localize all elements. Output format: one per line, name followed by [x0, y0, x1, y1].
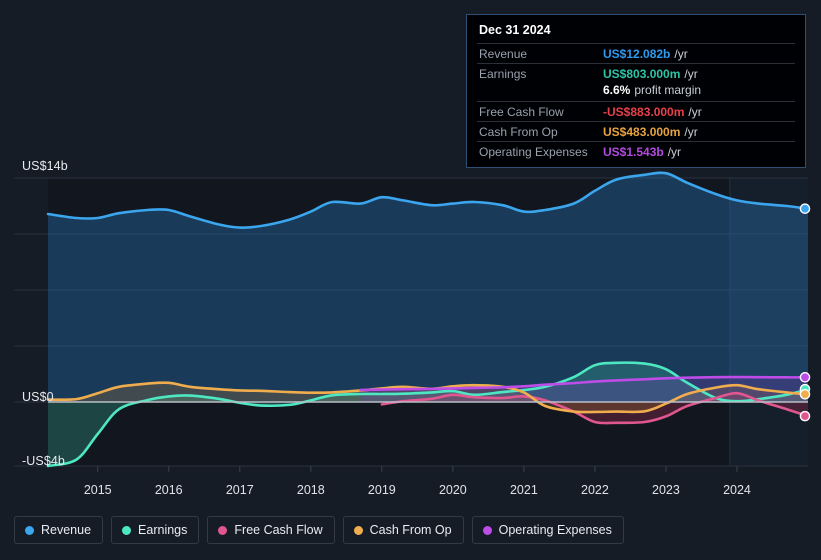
legend-color-dot-icon — [25, 525, 34, 535]
financial-performance-chart: US$14b US$0 -US$4b 2015 2016 2017 2018 2019 2… — [0, 0, 821, 560]
tooltip-row-unit: /yr — [684, 125, 698, 139]
x-axis-tick-2024: 2024 — [723, 483, 751, 497]
tooltip-row-unit: profit margin — [634, 83, 702, 97]
tooltip-row-value: -US$883.000m — [603, 105, 685, 119]
tooltip-row: Free Cash Flow -US$883.000m/yr — [477, 101, 795, 121]
tooltip-row-unit: /yr — [688, 105, 702, 119]
tooltip-row-value: US$12.082b — [603, 47, 671, 61]
legend-color-dot-icon — [218, 525, 228, 535]
legend-item-cash-from-op[interactable]: Cash From Op — [342, 516, 464, 544]
legend-item-operating-expenses[interactable]: Operating Expenses — [471, 516, 624, 544]
tooltip-row-label: Operating Expenses — [479, 145, 588, 159]
tooltip-row-label: Earnings — [479, 67, 527, 81]
y-axis-label-zero: US$0 — [22, 390, 54, 404]
x-axis-tick-2020: 2020 — [438, 483, 467, 497]
tooltip-row-unit: /yr — [684, 67, 698, 81]
tooltip-row-unit: /yr — [674, 47, 688, 61]
chart-legend[interactable]: Revenue Earnings Free Cash Flow Cash From O… — [14, 516, 624, 544]
legend-item-revenue[interactable]: Revenue — [14, 516, 104, 544]
x-axis-tick-2023: 2023 — [652, 483, 680, 497]
tooltip-row: Operating Expenses US$1.543b/yr — [477, 141, 795, 161]
legend-item-label: Revenue — [41, 523, 92, 537]
x-axis-tick-2019: 2019 — [367, 483, 396, 497]
y-axis-label-top: US$14b — [22, 159, 68, 173]
tooltip-row-label: Cash From Op — [479, 125, 558, 139]
legend-item-free-cash-flow[interactable]: Free Cash Flow — [207, 516, 335, 544]
legend-item-label: Operating Expenses — [498, 523, 612, 537]
tooltip-row: 6.6% profit margin — [477, 83, 795, 101]
x-axis-tick-2021: 2021 — [509, 483, 538, 497]
tooltip-row-label: Free Cash Flow — [479, 105, 564, 119]
tooltip-row-label: Revenue — [479, 47, 528, 61]
x-axis: 2015 2016 2017 2018 2019 2020 2021 2022 2023 2024 — [0, 483, 821, 503]
legend-item-label: Cash From Op — [369, 523, 452, 537]
tooltip-row-value: US$1.543b — [603, 145, 664, 159]
legend-color-dot-icon — [482, 525, 492, 535]
chart-tooltip: Dec 31 2024 Revenue US$12.082b/yr Earnings… — [466, 14, 806, 168]
tooltip-row-value: US$483.000m — [603, 125, 681, 139]
x-axis-tick-2022: 2022 — [581, 483, 609, 497]
legend-item-label: Earnings — [138, 523, 188, 537]
tooltip-row-value: US$803.000m — [603, 67, 681, 81]
tooltip-row-unit: /yr — [667, 145, 682, 159]
tooltip-row: Revenue US$12.082b/yr — [477, 43, 795, 63]
tooltip-rows: Revenue US$12.082b/yr Earnings US$803.000m /… — [477, 43, 795, 161]
x-axis-tick-2017: 2017 — [225, 483, 254, 497]
y-axis-label-bottom: -US$4b — [22, 454, 65, 468]
tooltip-row: Cash From Op US$483.000m/yr — [477, 121, 795, 141]
x-axis-tick-2015: 2015 — [83, 483, 112, 497]
x-axis-tick-2018: 2018 — [296, 483, 325, 497]
tooltip-row: Earnings US$803.000m/yr — [477, 63, 795, 83]
legend-item-label: Free Cash Flow — [234, 523, 323, 537]
legend-item-earnings[interactable]: Earnings — [111, 516, 200, 544]
tooltip-row-value: 6.6% — [603, 83, 631, 97]
legend-color-dot-icon — [353, 525, 363, 535]
tooltip-date: Dec 31 2024 — [479, 23, 551, 37]
legend-color-dot-icon — [122, 525, 132, 535]
x-axis-tick-2016: 2016 — [154, 483, 183, 497]
